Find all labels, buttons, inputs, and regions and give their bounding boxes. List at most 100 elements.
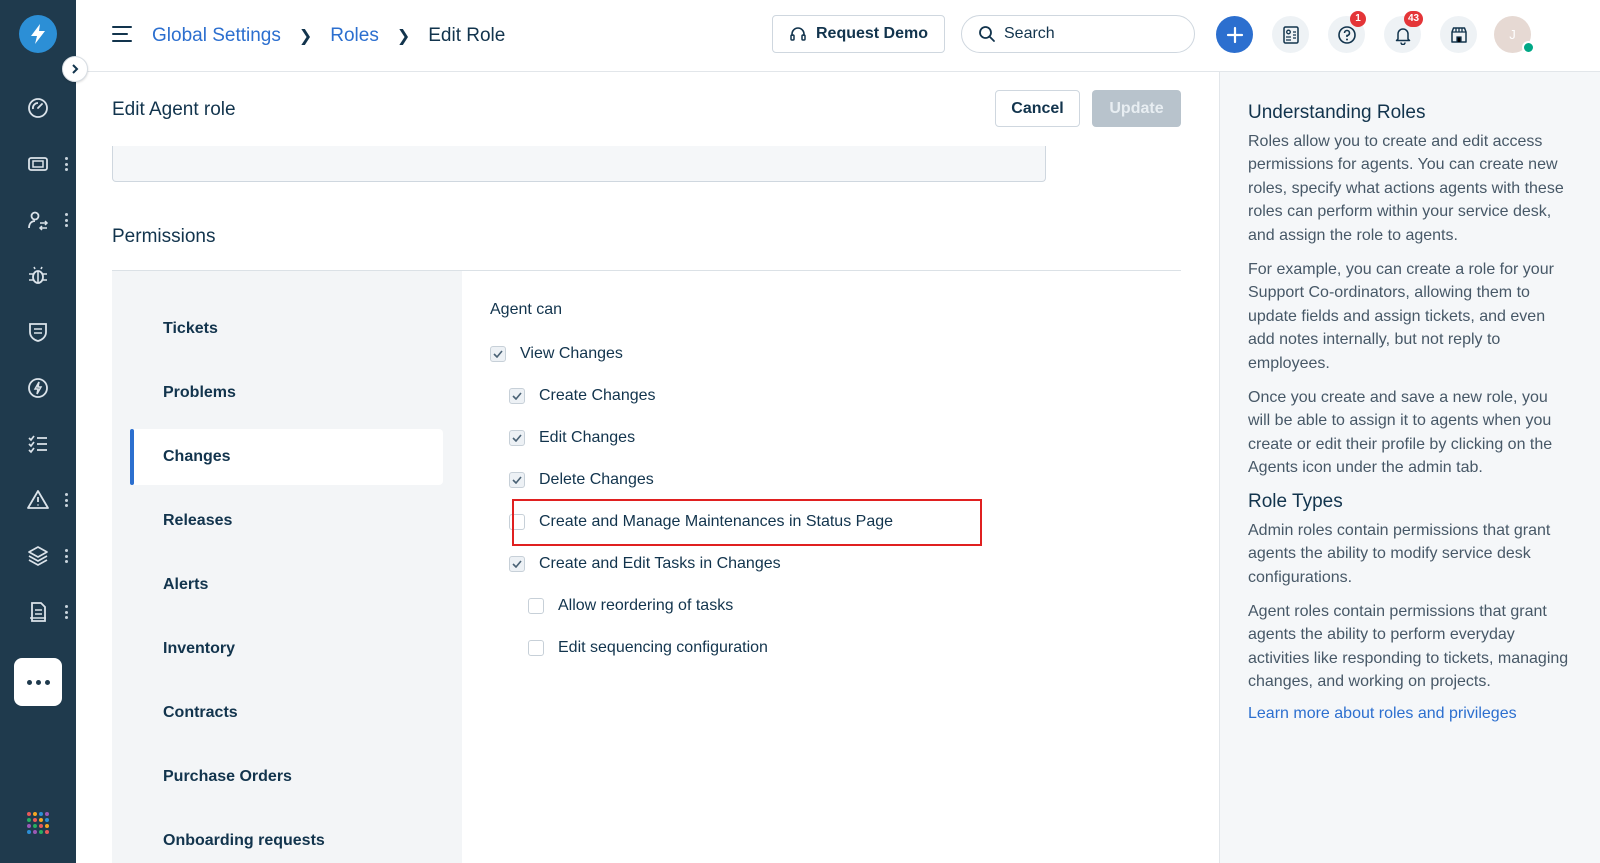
search-box[interactable] [961,15,1195,53]
request-demo-label: Request Demo [815,25,929,42]
permission-label: Delete Changes [539,471,654,488]
learn-more-link[interactable]: Learn more about roles and privileges [1248,705,1517,722]
user-avatar[interactable]: J [1494,16,1535,54]
nav-assets[interactable] [0,536,76,576]
breadcrumb-roles[interactable]: Roles [330,25,379,47]
nav-problems[interactable] [0,256,76,296]
breadcrumb-global-settings[interactable]: Global Settings [152,25,281,47]
chevron-right-icon [72,64,79,74]
cancel-button[interactable]: Cancel [995,90,1080,127]
nav-tasks[interactable] [0,424,76,464]
checkmark-icon [512,560,522,568]
add-new-button[interactable] [1216,16,1253,53]
perm-tab-contracts[interactable]: Contracts [130,685,443,741]
permission-checkbox[interactable] [509,556,525,572]
permission-row[interactable]: Allow reordering of tasks [528,594,733,618]
nav-more-dots-icon[interactable] [64,157,68,171]
checkmark-icon [512,392,522,400]
help-paragraph: Roles allow you to create and edit acces… [1248,133,1564,244]
marketplace-button[interactable] [1440,16,1477,53]
layers-icon [28,546,48,566]
permission-row[interactable]: Edit sequencing configuration [528,636,768,660]
checkmark-icon [493,350,503,358]
page-title: Edit Agent role [112,99,236,120]
permission-checkbox[interactable] [490,346,506,362]
help-badge: 1 [1350,11,1366,27]
search-input[interactable] [1004,25,1174,43]
help-paragraph: Admin roles contain permissions that gra… [1248,521,1551,586]
permission-checkbox[interactable] [528,640,544,656]
nav-incidents[interactable] [0,480,76,520]
menu-icon[interactable] [112,26,132,42]
notification-badge: 43 [1404,11,1424,27]
permission-label: Edit Changes [539,429,636,446]
permission-row[interactable]: Create and Edit Tasks in Changes [509,552,781,576]
contacts-button[interactable] [1272,16,1309,53]
checkmark-icon [512,434,522,442]
permission-row[interactable]: Create Changes [509,384,656,408]
help-button[interactable]: 1 [1328,11,1366,53]
chevron-right-icon: ❯ [396,28,411,45]
nav-releases[interactable] [0,312,76,352]
nav-more-dots-icon[interactable] [64,605,68,619]
nav-changes[interactable] [0,200,76,240]
apps-grid-icon[interactable] [27,812,49,834]
permission-row[interactable]: View Changes [490,342,623,366]
agent-can-label: Agent can [490,301,563,318]
permission-checkbox[interactable] [509,472,525,488]
request-demo-button[interactable]: Request Demo [772,15,945,53]
permission-row[interactable]: Delete Changes [509,468,654,492]
app-logo[interactable] [19,15,57,53]
nav-more-dots-icon[interactable] [64,213,68,227]
left-navigation [0,0,76,863]
nav-more-dots-icon[interactable] [64,549,68,563]
permission-categories: Tickets Problems Changes Releases Alerts… [112,271,462,863]
checkmark-icon [512,476,522,484]
perm-tab-inventory[interactable]: Inventory [130,621,443,677]
expand-sidebar-button[interactable] [62,56,88,82]
permission-checkbox[interactable] [509,388,525,404]
warning-icon [27,490,49,509]
help-paragraph: For example, you can create a role for y… [1248,261,1554,372]
search-icon [979,26,995,42]
nav-reports[interactable] [0,592,76,632]
permission-label: Create and Edit Tasks in Changes [539,555,781,572]
update-button[interactable]: Update [1092,90,1181,127]
store-icon [1450,26,1467,43]
shield-icon [29,323,47,342]
perm-tab-problems[interactable]: Problems [130,365,443,421]
perm-tab-purchase-orders[interactable]: Purchase Orders [130,749,443,805]
nav-more-dots-icon[interactable] [64,493,68,507]
permission-label: View Changes [520,345,623,362]
dashboard-icon [28,98,48,118]
user-swap-icon [28,211,49,231]
perm-tab-onboarding-requests[interactable]: Onboarding requests [130,813,443,863]
checklist-icon [28,435,47,454]
permission-label: Create Changes [539,387,656,404]
perm-tab-releases[interactable]: Releases [130,493,443,549]
perm-tab-alerts[interactable]: Alerts [130,557,443,613]
nav-more-button[interactable] [14,658,62,706]
perm-tab-tickets[interactable]: Tickets [130,301,443,357]
plus-icon [1226,26,1243,43]
permission-label: Allow reordering of tasks [558,597,734,614]
notifications-button[interactable]: 43 [1384,11,1424,53]
permission-row[interactable]: Edit Changes [509,426,635,450]
perm-tab-changes[interactable]: Changes [130,429,443,485]
bell-icon [1395,27,1410,45]
contact-card-icon [1282,25,1299,44]
permission-options: Agent can View Changes Create Changes Edit… [462,271,1181,863]
permission-checkbox[interactable] [509,430,525,446]
nav-alerts[interactable] [0,368,76,408]
nav-tickets[interactable] [0,144,76,184]
top-header: Global Settings ❯ Roles ❯ Edit Role Requ… [76,0,1600,72]
help-panel: Understanding Roles Roles allow you to c… [1219,72,1600,863]
document-icon [30,602,46,622]
chevron-right-icon: ❯ [298,28,313,45]
nav-dashboard[interactable] [0,88,76,128]
permission-label: Edit sequencing configuration [558,639,768,656]
help-title-role-types: Role Types [1248,490,1343,512]
role-description-field[interactable] [112,146,1046,182]
online-status-dot [1522,41,1535,54]
permission-checkbox[interactable] [528,598,544,614]
